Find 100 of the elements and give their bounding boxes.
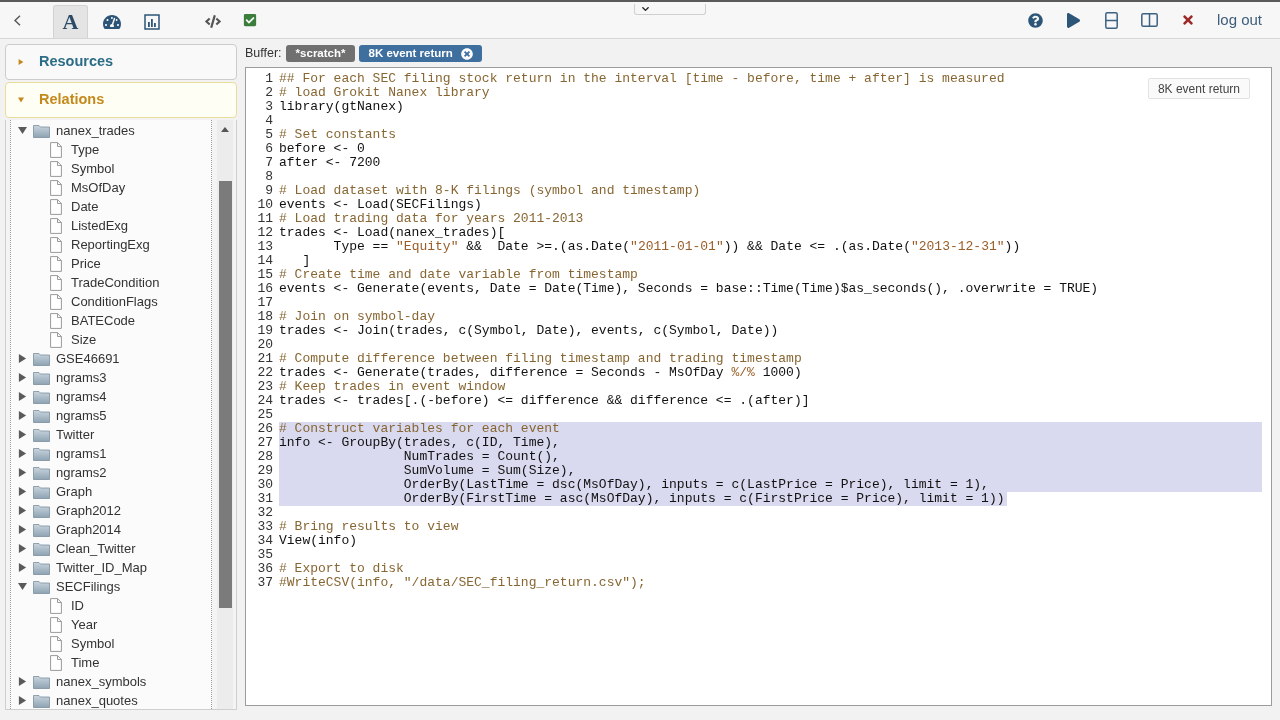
- code-line: # Load dataset with 8-K filings (symbol and timestamp): [279, 184, 702, 198]
- caret-right-icon[interactable]: [18, 468, 27, 477]
- code-icon: [205, 15, 221, 28]
- folder-label[interactable]: SECFilings: [56, 578, 121, 595]
- split-vertical-icon: [1141, 13, 1159, 27]
- caret-right-icon[interactable]: [18, 430, 27, 439]
- caret-right-icon[interactable]: [18, 354, 27, 363]
- field-label[interactable]: ListedExg: [71, 217, 129, 234]
- buffer-name-badge: 8K event return: [1147, 78, 1250, 99]
- field-label[interactable]: Date: [71, 198, 99, 215]
- line-number: 34: [257, 534, 273, 548]
- code-line: #WriteCSV(info, "/data/SEC_filing_return.csv");: [279, 576, 647, 590]
- folder-label[interactable]: nanex_trades: [56, 122, 135, 139]
- gauge-icon: [103, 13, 121, 30]
- folder-label[interactable]: ngrams3: [56, 369, 107, 386]
- folder-label[interactable]: GSE46691: [56, 350, 120, 367]
- folder-label[interactable]: Graph2014: [56, 521, 122, 538]
- folder-label[interactable]: Graph: [56, 483, 93, 500]
- scrollbar-thumb[interactable]: [218, 181, 232, 608]
- line-number: 2: [265, 86, 273, 100]
- folder-label[interactable]: nanex_quotes: [56, 692, 138, 709]
- caret-right-icon[interactable]: [18, 696, 27, 705]
- line-number: 18: [257, 310, 273, 324]
- folder-label[interactable]: ngrams1: [56, 445, 107, 462]
- folder-label[interactable]: nanex_symbols: [56, 673, 147, 690]
- file-icon: [50, 654, 62, 671]
- field-label[interactable]: Price: [71, 255, 101, 272]
- caret-right-icon[interactable]: [18, 525, 27, 534]
- folder-icon: [33, 408, 50, 423]
- code-editor[interactable]: [245, 67, 1272, 706]
- folder-icon: [33, 446, 50, 461]
- line-number: 31: [257, 492, 273, 506]
- field-label[interactable]: Symbol: [71, 635, 115, 652]
- code-line: # load Grokit Nanex library: [279, 86, 491, 100]
- chevron-down-icon: [640, 5, 651, 13]
- code-line: # Keep trades in event window: [279, 380, 507, 394]
- buffer-tab[interactable]: 8K event return: [359, 45, 482, 62]
- field-label[interactable]: Year: [71, 616, 98, 633]
- folder-label[interactable]: Twitter_ID_Map: [56, 559, 148, 576]
- line-number: 4: [265, 114, 273, 128]
- caret-right-icon[interactable]: [18, 544, 27, 553]
- field-label[interactable]: ReportingExg: [71, 236, 150, 253]
- folder-icon: [33, 674, 50, 689]
- scroll-up-icon[interactable]: [221, 127, 229, 132]
- caret-right-icon[interactable]: [18, 59, 24, 65]
- code-line: View(info): [279, 534, 358, 548]
- field-label[interactable]: Symbol: [71, 160, 115, 177]
- field-label[interactable]: BATECode: [71, 312, 136, 329]
- code-line: events <- Load(SECFilings): [279, 198, 483, 212]
- field-label[interactable]: Size: [71, 331, 97, 348]
- play-icon: [1067, 12, 1081, 28]
- folder-label[interactable]: ngrams5: [56, 407, 107, 424]
- caret-right-icon[interactable]: [18, 563, 27, 572]
- code-line: # Load trading data for years 2011-2013: [279, 212, 585, 226]
- caret-right-icon[interactable]: [18, 411, 27, 420]
- caret-down-icon[interactable]: [18, 126, 27, 135]
- caret-down-icon[interactable]: [18, 582, 27, 591]
- logout-link[interactable]: log out: [1216, 8, 1262, 32]
- buffer-tab[interactable]: *scratch*: [285, 45, 356, 62]
- folder-label[interactable]: ngrams2: [56, 464, 107, 481]
- field-label[interactable]: TradeCondition: [71, 274, 160, 291]
- line-number: 32: [257, 506, 273, 520]
- caret-right-icon[interactable]: [18, 373, 27, 382]
- folder-label[interactable]: Graph2012: [56, 502, 122, 519]
- line-number: 17: [257, 296, 273, 310]
- folder-icon: [33, 389, 50, 404]
- close-icon: [1181, 13, 1194, 27]
- caret-down-icon[interactable]: [18, 97, 24, 103]
- line-number: 9: [265, 184, 273, 198]
- file-icon: [50, 255, 62, 272]
- field-label[interactable]: MsOfDay: [71, 179, 126, 196]
- caret-right-icon[interactable]: [18, 392, 27, 401]
- folder-icon: [33, 465, 50, 480]
- field-label[interactable]: ID: [71, 597, 84, 614]
- scrollbar-track[interactable]: [217, 120, 233, 709]
- caret-right-icon[interactable]: [18, 677, 27, 686]
- line-number: 11: [257, 212, 273, 226]
- code-line: library(gtNanex): [279, 100, 405, 114]
- file-icon: [50, 236, 62, 253]
- caret-right-icon[interactable]: [18, 506, 27, 515]
- field-label[interactable]: ConditionFlags: [71, 293, 158, 310]
- field-label[interactable]: Type: [71, 141, 100, 158]
- caret-right-icon[interactable]: [18, 449, 27, 458]
- code-line: ]: [301, 254, 312, 268]
- text-tab[interactable]: A: [53, 5, 88, 38]
- file-icon: [50, 597, 62, 614]
- folder-label[interactable]: Clean_Twitter: [56, 540, 136, 557]
- folder-label[interactable]: ngrams4: [56, 388, 107, 405]
- field-label[interactable]: Time: [71, 654, 100, 671]
- line-number: 15: [257, 268, 273, 282]
- code-line: # Compute difference between filing timestamp and trading timestamp: [279, 352, 803, 366]
- folder-label[interactable]: Twitter: [56, 426, 95, 443]
- line-number: 37: [257, 576, 273, 590]
- caret-right-icon[interactable]: [18, 487, 27, 496]
- file-icon: [50, 312, 62, 329]
- line-number: 21: [257, 352, 273, 366]
- accordion-header[interactable]: Resources: [5, 44, 237, 80]
- code-line: # Create time and date variable from timestamp: [279, 268, 639, 282]
- buffer-label: Buffer:: [245, 45, 282, 63]
- folder-icon: [33, 522, 50, 537]
